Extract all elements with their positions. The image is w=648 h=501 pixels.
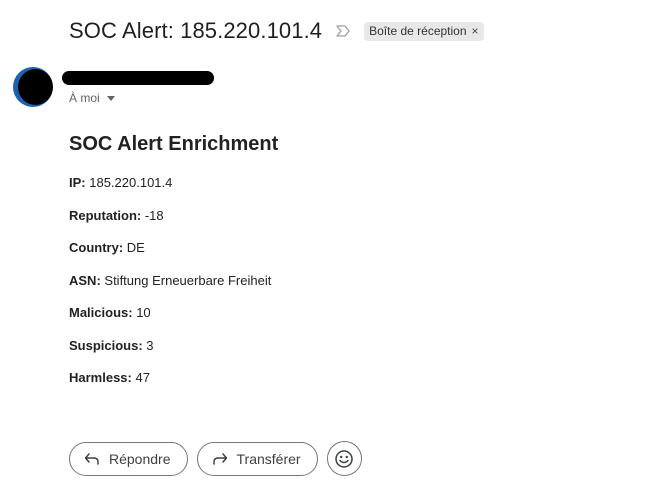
field-asn: ASN: Stiftung Erneuerbare Freiheit <box>69 273 278 289</box>
field-label: Country: <box>69 240 124 255</box>
field-value: DE <box>123 240 145 255</box>
field-reputation: Reputation: -18 <box>69 208 278 224</box>
important-marker-icon[interactable] <box>334 22 352 40</box>
emoji-smile-icon <box>335 449 353 468</box>
field-label: ASN: <box>69 272 101 288</box>
reply-button[interactable]: Répondre <box>69 441 188 476</box>
subject-row: SOC Alert: 185.220.101.4 Boîte de récept… <box>69 18 484 44</box>
field-label: Reputation: <box>69 207 142 223</box>
emoji-reaction-button[interactable] <box>326 441 362 476</box>
recipient-row: À moi <box>69 91 115 105</box>
field-harmless: Harmless: 47 <box>69 370 278 386</box>
email-body: SOC Alert Enrichment IP: 185.220.101.4 R… <box>69 133 278 403</box>
email-subject: SOC Alert: 185.220.101.4 <box>69 18 323 43</box>
forward-button[interactable]: Transférer <box>196 441 318 476</box>
inbox-label-text: Boîte de réception <box>369 23 467 38</box>
forward-arrow-icon <box>212 452 227 465</box>
chevron-down-icon[interactable] <box>106 95 115 101</box>
reply-label: Répondre <box>109 450 171 467</box>
field-ip: IP: 185.220.101.4 <box>69 175 278 191</box>
field-value: 47 <box>131 370 150 385</box>
message-actions: Répondre Transférer <box>69 441 362 476</box>
field-value: 10 <box>132 305 151 320</box>
reply-arrow-icon <box>84 452 99 465</box>
field-label: IP: <box>69 175 86 190</box>
field-label: Malicious: <box>69 305 133 320</box>
avatar-image <box>18 69 53 105</box>
field-value: 185.220.101.4 <box>85 175 173 190</box>
field-suspicious: Suspicious: 3 <box>69 338 278 354</box>
inbox-label-chip[interactable]: Boîte de réception × <box>364 21 484 41</box>
avatar[interactable] <box>13 67 53 107</box>
forward-label: Transférer <box>236 450 301 467</box>
field-value: Stiftung Erneuerbare Freiheit <box>100 272 272 288</box>
recipient-text: À moi <box>69 91 100 105</box>
remove-label-icon[interactable]: × <box>472 24 479 38</box>
sender-name-redacted <box>62 71 214 85</box>
field-value: -18 <box>141 207 164 223</box>
field-label: Harmless: <box>69 370 132 385</box>
field-label: Suspicious: <box>69 337 143 353</box>
field-value: 3 <box>142 337 154 353</box>
body-heading: SOC Alert Enrichment <box>69 133 279 155</box>
field-country: Country: DE <box>69 240 278 256</box>
field-malicious: Malicious: 10 <box>69 305 278 321</box>
